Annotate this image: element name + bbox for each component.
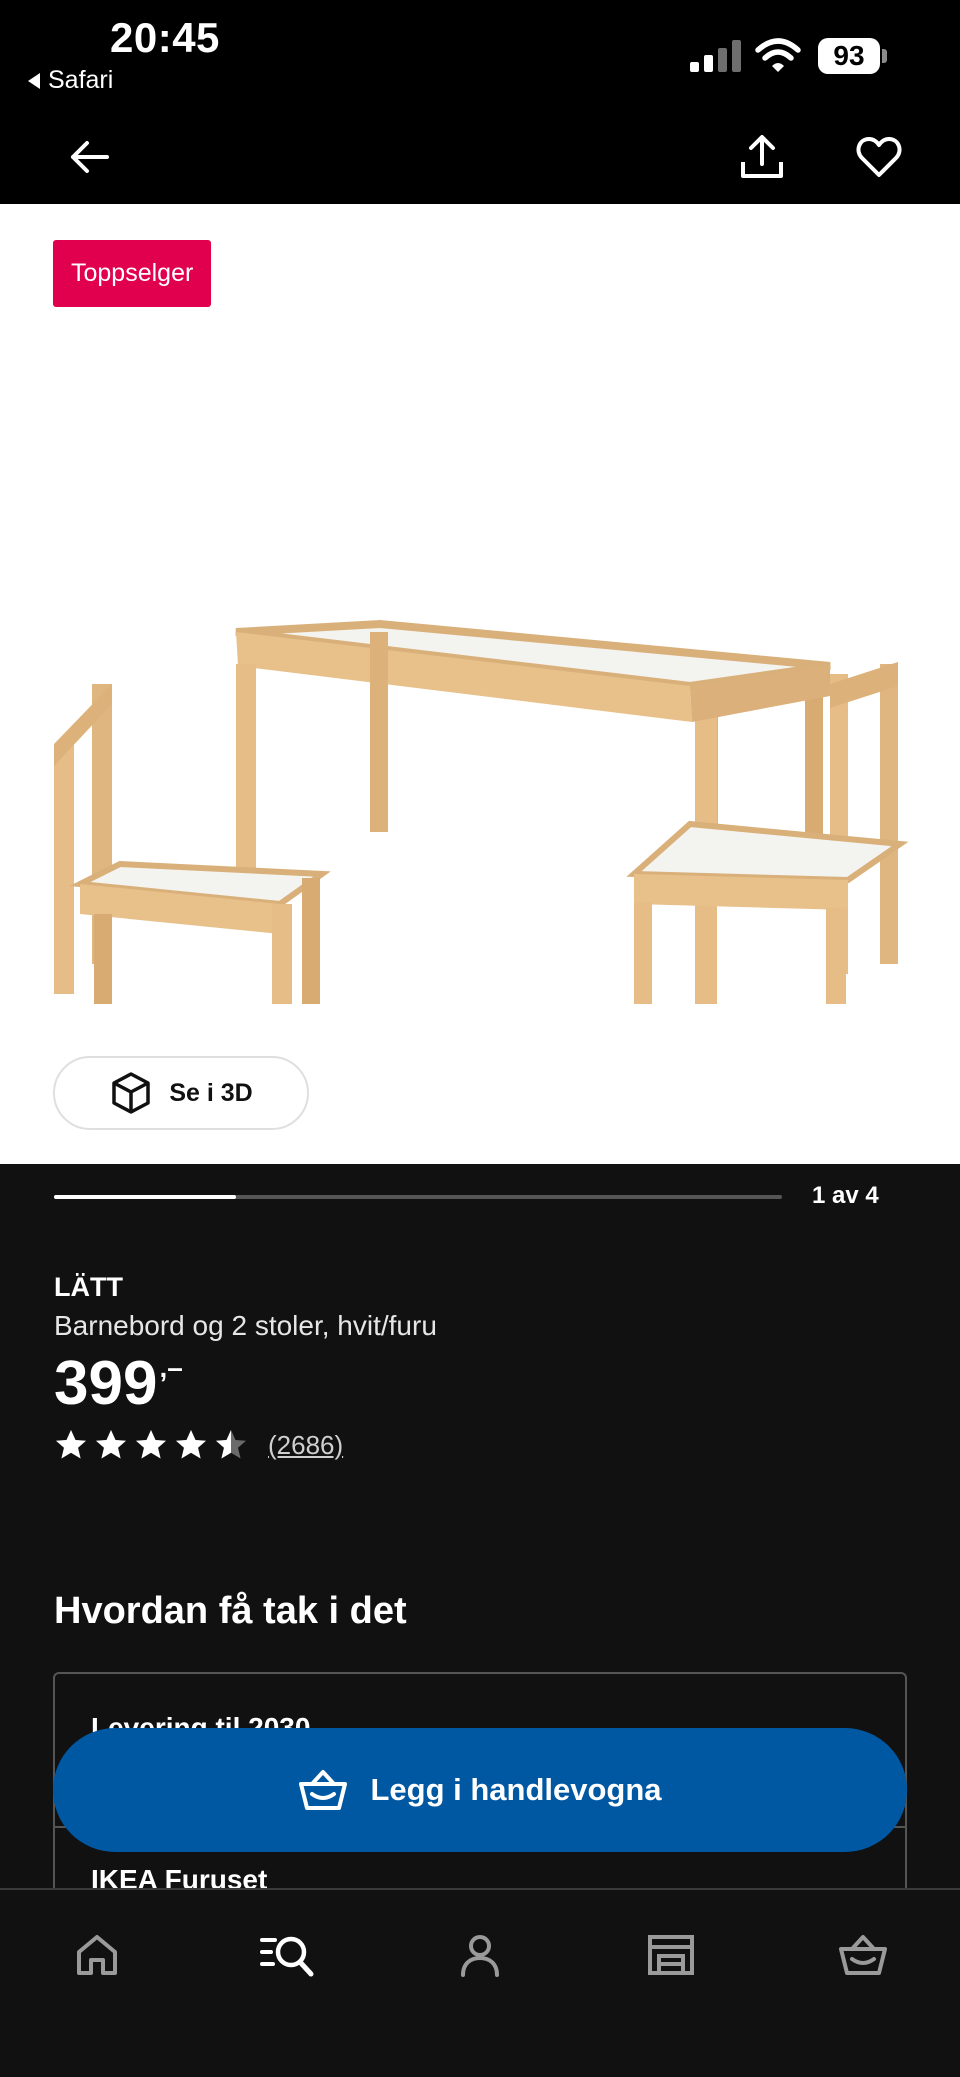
product-image-area[interactable]: Toppselger Se i 3D <box>0 204 960 1164</box>
heart-icon <box>856 137 902 177</box>
profile-icon <box>461 1935 499 1977</box>
star-full-icon <box>56 1430 86 1459</box>
product-brand: LÄTT <box>54 1272 123 1302</box>
price-suffix: ,– <box>159 1352 183 1383</box>
battery-indicator: 93 <box>818 38 888 74</box>
view-in-3d-button[interactable]: Se i 3D <box>53 1056 309 1130</box>
arrow-left-icon <box>71 141 109 173</box>
search-icon <box>260 1936 314 1977</box>
bottom-navigation <box>0 1888 960 2077</box>
status-time: 20:45 <box>110 14 220 61</box>
star-full-icon <box>96 1430 126 1459</box>
back-app-label: Safari <box>48 66 114 94</box>
nav-home[interactable] <box>62 1920 132 1990</box>
carousel-progress <box>54 1195 236 1199</box>
star-full-icon <box>176 1430 206 1459</box>
home-icon <box>77 1935 117 1975</box>
availability-title: Hvordan få tak i det <box>54 1590 407 1632</box>
screen: 20:45 Safari 93 Toppselger Se i 3D 1 av … <box>0 0 960 2077</box>
add-to-cart-label: Legg i handlevogna <box>370 1772 662 1807</box>
nav-stores[interactable] <box>636 1920 706 1990</box>
cart-icon <box>839 1935 887 1975</box>
bestseller-badge: Toppselger <box>53 240 212 307</box>
back-button[interactable] <box>60 128 118 186</box>
view-in-3d-label: Se i 3D <box>169 1078 253 1107</box>
nav-search[interactable] <box>252 1920 322 1990</box>
cellular-signal-icon <box>690 40 741 72</box>
store-icon <box>648 1935 694 1975</box>
top-app-bar <box>0 110 960 204</box>
product-price: 399 ,– <box>54 1348 183 1419</box>
nav-cart[interactable] <box>828 1920 898 1990</box>
carousel-counter: 1 av 4 <box>812 1182 879 1209</box>
star-half-icon <box>216 1430 246 1459</box>
wifi-icon <box>755 38 801 72</box>
share-icon <box>741 135 783 178</box>
review-count-link[interactable]: (2686) <box>268 1430 343 1461</box>
share-button[interactable] <box>733 128 791 186</box>
battery-level: 93 <box>818 38 880 74</box>
battery-nub <box>882 49 887 63</box>
back-to-app-link[interactable]: Safari <box>28 66 113 95</box>
image-carousel-indicator: 1 av 4 <box>0 1164 960 1234</box>
product-image <box>54 619 909 1004</box>
add-to-cart-button[interactable]: Legg i handlevogna <box>53 1728 907 1852</box>
price-value: 399 <box>54 1349 158 1418</box>
product-rating[interactable]: (2686) <box>54 1428 343 1462</box>
nav-profile[interactable] <box>445 1920 515 1990</box>
favorite-button[interactable] <box>850 128 908 186</box>
status-bar: 20:45 Safari 93 <box>0 0 960 110</box>
cube-3d-icon <box>112 1072 151 1114</box>
star-full-icon <box>136 1430 166 1459</box>
product-description: Barnebord og 2 stoler, hvit/furu <box>54 1310 437 1341</box>
carousel-track <box>54 1195 782 1199</box>
back-triangle-icon <box>28 72 40 89</box>
basket-icon <box>299 1770 348 1810</box>
